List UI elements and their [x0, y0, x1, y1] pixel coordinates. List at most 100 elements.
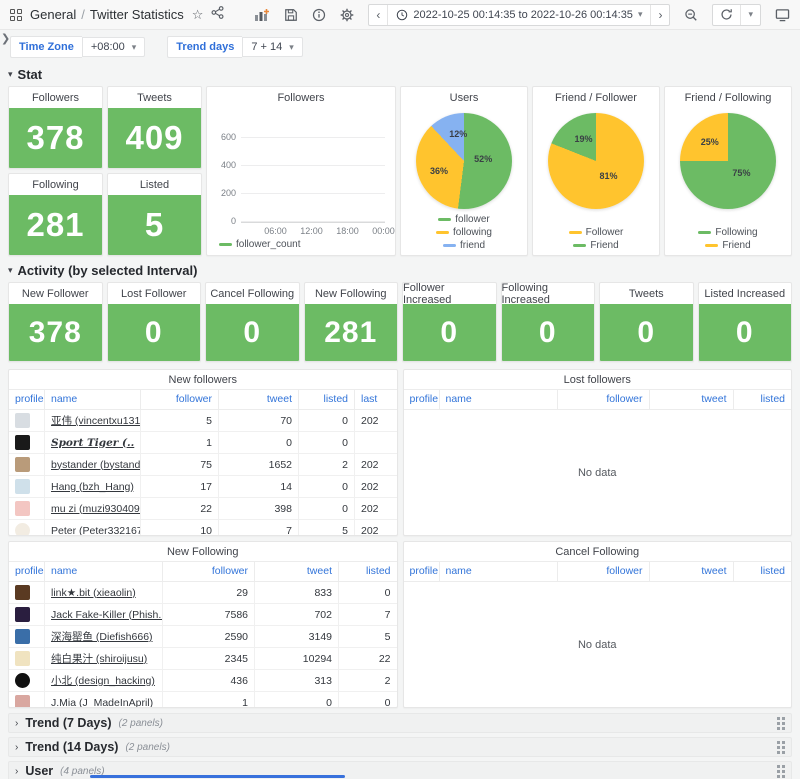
dashboard-title[interactable]: Twitter Statistics — [90, 7, 184, 22]
col-header-name[interactable]: name — [440, 390, 558, 410]
avatar[interactable] — [15, 629, 30, 644]
share-icon[interactable] — [211, 6, 224, 24]
refresh-interval-caret-icon[interactable]: ▾ — [740, 5, 760, 25]
col-header-tweet[interactable]: tweet — [650, 390, 734, 410]
col-header-listed[interactable]: listed — [734, 390, 792, 410]
star-icon[interactable]: ☆ — [192, 8, 204, 21]
panel-title[interactable]: Followers — [9, 87, 102, 108]
col-header-follower[interactable]: follower — [558, 390, 650, 410]
profile-link[interactable]: mu zi (muzi930409.. — [51, 503, 141, 515]
timezone-variable-select[interactable]: +08:00 ▾ — [82, 37, 145, 57]
legend-item[interactable]: Friend — [705, 240, 750, 251]
avatar[interactable] — [15, 435, 30, 450]
col-header-profile[interactable]: profile — [9, 562, 45, 582]
row-header-stat[interactable]: ▾ Stat — [8, 67, 792, 82]
tv-mode-icon[interactable] — [775, 8, 790, 22]
panel-title[interactable]: New Follower — [9, 283, 102, 304]
row-drag-handle-icon[interactable] — [777, 765, 785, 778]
avatar[interactable] — [15, 523, 30, 536]
row-header-activity[interactable]: ▾ Activity (by selected Interval) — [8, 263, 792, 278]
avatar[interactable] — [15, 457, 30, 472]
panel-title[interactable]: Friend / Following — [665, 87, 791, 108]
avatar[interactable] — [15, 413, 30, 428]
row-header-trend-7-days[interactable]: › Trend (7 Days) (2 panels) — [8, 713, 792, 733]
horizontal-scrollbar-thumb[interactable] — [90, 775, 345, 778]
col-header-profile[interactable]: profile — [404, 562, 440, 582]
avatar[interactable] — [15, 501, 30, 516]
time-range-picker[interactable]: 2022-10-25 00:14:35 to 2022-10-26 00:14:… — [387, 5, 651, 25]
avatar[interactable] — [15, 479, 30, 494]
col-header-tweet[interactable]: tweet — [650, 562, 734, 582]
profile-link[interactable]: 小北 (design_hacking) — [51, 673, 155, 688]
panel-title[interactable]: Lost Follower — [108, 283, 201, 304]
panel-title[interactable]: New Following — [9, 542, 397, 562]
col-header-last[interactable]: last — [355, 390, 397, 410]
dashboard-insights-icon[interactable] — [312, 8, 326, 22]
col-header-name[interactable]: name — [45, 562, 163, 582]
profile-link[interactable]: 纯白果汁 (shiroijusu) — [51, 651, 147, 666]
panel-title[interactable]: Tweets — [108, 87, 201, 108]
dashboards-grid-icon[interactable] — [10, 9, 22, 21]
col-header-name[interactable]: name — [45, 390, 141, 410]
panel-title[interactable]: Friend / Follower — [533, 87, 659, 108]
profile-link[interactable]: Peter (Peter332167.. — [51, 525, 141, 537]
profile-link[interactable]: 亚伟 (vincentxu1318) — [51, 413, 141, 428]
time-shift-back-icon[interactable]: ‹ — [369, 5, 387, 25]
panel-title[interactable]: Cancel Following — [404, 542, 792, 562]
dashboard-settings-gear-icon[interactable] — [340, 8, 354, 22]
row-drag-handle-icon[interactable] — [777, 741, 785, 754]
avatar[interactable] — [15, 695, 30, 708]
legend-item-follower-count[interactable]: follower_count — [219, 239, 300, 250]
sidebar-expand-icon[interactable]: ❯ — [1, 32, 10, 45]
refresh-icon[interactable] — [713, 5, 740, 25]
avatar[interactable] — [15, 651, 30, 666]
avatar[interactable] — [15, 585, 30, 600]
panel-title[interactable]: Following — [9, 174, 102, 195]
col-header-follower[interactable]: follower — [141, 390, 219, 410]
col-header-name[interactable]: name — [440, 562, 558, 582]
panel-title[interactable]: Follower Increased — [403, 283, 496, 304]
col-header-listed[interactable]: listed — [299, 390, 355, 410]
panel-title[interactable]: Tweets — [600, 283, 693, 304]
col-header-listed[interactable]: listed — [339, 562, 397, 582]
panel-title[interactable]: New followers — [9, 370, 397, 390]
row-header-trend-14-days[interactable]: › Trend (14 Days) (2 panels) — [8, 737, 792, 757]
avatar[interactable] — [15, 607, 30, 622]
col-header-follower[interactable]: follower — [163, 562, 255, 582]
legend-item[interactable]: following — [436, 227, 492, 238]
save-dashboard-icon[interactable] — [284, 8, 298, 22]
add-panel-icon[interactable] — [254, 8, 270, 22]
panel-title[interactable]: Listed Increased — [699, 283, 792, 304]
time-shift-forward-icon[interactable]: › — [651, 5, 669, 25]
trend-days-variable-select[interactable]: 7 + 14 ▾ — [242, 37, 302, 57]
panel-title[interactable]: Following Increased — [502, 283, 595, 304]
profile-link[interactable]: link★.bit (xieaolin) — [51, 587, 136, 599]
panel-title[interactable]: Lost followers — [404, 370, 792, 390]
legend-item[interactable]: follower — [438, 214, 489, 225]
profile-link[interactable]: J.Mia (J_MadeInApril) — [51, 697, 153, 709]
panel-title[interactable]: Users — [401, 87, 527, 108]
panel-title[interactable]: New Following — [305, 283, 398, 304]
profile-link[interactable]: Hang (bzh_Hang) — [51, 481, 134, 493]
panel-title[interactable]: Followers — [207, 87, 395, 108]
avatar[interactable] — [15, 673, 30, 688]
legend-item[interactable]: friend — [443, 240, 485, 251]
legend-item[interactable]: Friend — [573, 240, 618, 251]
panel-title[interactable]: Cancel Following — [206, 283, 299, 304]
panel-title[interactable]: Listed — [108, 174, 201, 195]
legend-item[interactable]: Following — [698, 227, 757, 238]
row-drag-handle-icon[interactable] — [777, 717, 785, 730]
breadcrumb-folder[interactable]: General — [30, 7, 76, 22]
zoom-out-time-icon[interactable] — [684, 8, 698, 22]
profile-link[interactable]: 深海罂鱼 (Diefish666) — [51, 629, 153, 644]
col-header-profile[interactable]: profile — [404, 390, 440, 410]
col-header-tweet[interactable]: tweet — [219, 390, 299, 410]
legend-item[interactable]: Follower — [569, 227, 624, 238]
col-header-follower[interactable]: follower — [558, 562, 650, 582]
profile-link[interactable]: Jack Fake-Killer (Phish.. — [51, 609, 163, 621]
col-header-tweet[interactable]: tweet — [255, 562, 339, 582]
col-header-profile[interactable]: profile — [9, 390, 45, 410]
profile-link[interactable]: Sport Tiger (.. — [51, 437, 134, 449]
col-header-listed[interactable]: listed — [734, 562, 792, 582]
profile-link[interactable]: bystander (bystand.. — [51, 459, 141, 471]
